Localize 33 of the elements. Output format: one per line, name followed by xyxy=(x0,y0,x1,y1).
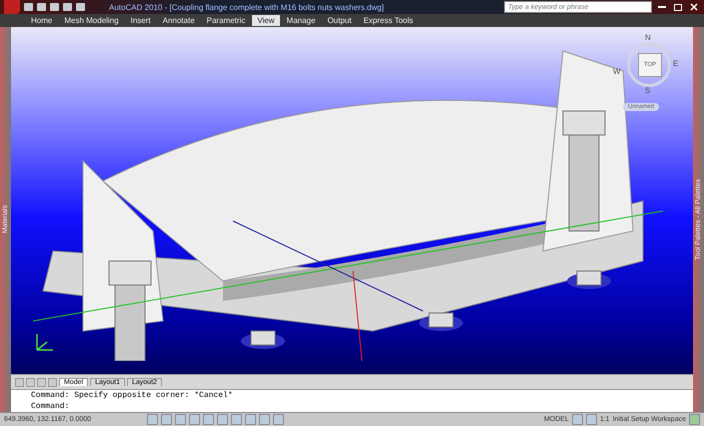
close-icon[interactable] xyxy=(688,2,700,12)
application-menu-button[interactable] xyxy=(4,0,20,14)
ribbon-tab[interactable]: Parametric xyxy=(202,15,250,26)
drafting-toggle-icon[interactable] xyxy=(175,414,186,425)
ribbon-tab[interactable]: Insert xyxy=(126,15,156,26)
ribbon-tab[interactable]: Manage xyxy=(282,15,320,26)
drafting-toggle-icon[interactable] xyxy=(231,414,242,425)
status-icon[interactable] xyxy=(689,414,700,425)
ribbon-tab[interactable]: Annotate xyxy=(158,15,200,26)
ribbon-tab[interactable]: Home xyxy=(26,15,58,26)
drafting-toggle-icon[interactable] xyxy=(245,414,256,425)
maximize-icon[interactable] xyxy=(672,2,684,12)
ribbon-tab[interactable]: Output xyxy=(322,15,356,26)
compass-east: E xyxy=(673,59,678,68)
drafting-toggle-icon[interactable] xyxy=(203,414,214,425)
drafting-toggle-icon[interactable] xyxy=(147,414,158,425)
window-title: AutoCAD 2010 - [Coupling flange complete with M16 bolts nuts washers.dwg] xyxy=(109,2,385,12)
ribbon-tab[interactable]: View xyxy=(252,15,280,26)
drafting-toggle-icon[interactable] xyxy=(217,414,228,425)
compass-north: N xyxy=(645,33,651,42)
drafting-toggle-icon[interactable] xyxy=(259,414,270,425)
ribbon-tab[interactable]: Express Tools xyxy=(358,15,418,26)
drafting-toggle-icon[interactable] xyxy=(161,414,172,425)
drafting-toggle-icon[interactable] xyxy=(189,414,200,425)
drafting-toggle-icon[interactable] xyxy=(273,414,284,425)
compass-south: S xyxy=(645,86,650,95)
command-line: Command: xyxy=(31,401,70,412)
compass-west: W xyxy=(613,67,621,76)
status-icon[interactable] xyxy=(572,414,583,425)
ribbon-tab[interactable]: Mesh Modeling xyxy=(59,15,124,26)
command-window[interactable]: Command: Specify opposite corner: *Cancel* Command: xyxy=(11,389,693,412)
status-icon[interactable] xyxy=(586,414,597,425)
command-line: Command: Specify opposite corner: *Cancel* xyxy=(31,390,234,401)
